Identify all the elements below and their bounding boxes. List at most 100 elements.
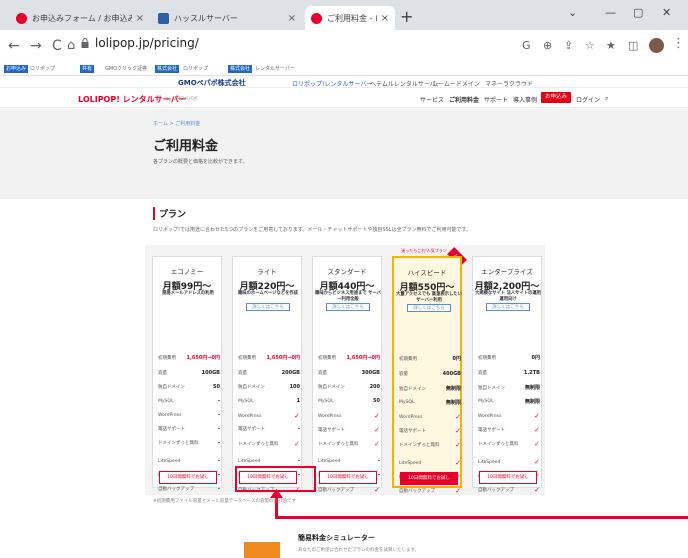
details-button[interactable]: 詳しくはこちら — [246, 303, 290, 311]
row-label: WordPress — [399, 414, 423, 420]
free-trial-button[interactable]: 10日間無料でお試し — [400, 472, 458, 485]
free-trial-button[interactable]: 10日間無料でお試し — [159, 471, 217, 484]
row-label: 初期費用 — [158, 355, 176, 361]
row-value: 400GB — [442, 371, 461, 377]
tab-title: ハッスルサーバー — [174, 13, 238, 23]
row-value: - — [217, 440, 220, 446]
row-label: WordPress — [238, 413, 262, 419]
forward-button[interactable]: → — [30, 38, 42, 54]
google-icon[interactable]: G — [522, 39, 531, 52]
plan-name: スタンダード — [327, 268, 367, 276]
plan-row-domain_free: ドメインずっと無料 ✓ — [399, 441, 461, 449]
row-value: 1,650円→0円 — [186, 355, 220, 361]
check-icon: ✓ — [374, 412, 380, 420]
plan-name: ライト — [257, 268, 277, 276]
tab-search-icon[interactable]: ⌄ — [568, 6, 577, 19]
nav-support[interactable]: サポート — [484, 95, 508, 104]
row-value: - — [217, 458, 220, 464]
tab-order-form[interactable]: お申込みフォーム / お申込み - ロリポ × — [10, 6, 150, 30]
close-tab-icon[interactable]: × — [381, 13, 389, 24]
row-value: 200 — [369, 384, 380, 390]
plan-row-phone: 電話サポート ✓ — [399, 427, 461, 435]
bookmark-item[interactable]: 株式会社 — [155, 65, 180, 73]
plan-row-backup: 自動バックアップ ✓ — [399, 487, 461, 495]
nav-pricing[interactable]: ご利用料金 — [449, 95, 479, 104]
free-trial-button[interactable]: 10日間無料でお試し — [479, 471, 537, 484]
free-trial-button[interactable]: 10日間無料でお試し — [319, 471, 377, 484]
tab-pricing[interactable]: ご利用料金 - ロリポップ！レンタルサ × — [305, 6, 395, 30]
plan-name: エンタープライズ — [481, 268, 533, 276]
gmo-link[interactable]: ムームードメイン — [432, 79, 480, 88]
gmo-link[interactable]: ロリポップ!レンタルサーバー — [292, 79, 372, 88]
plan-summary: 大量アクセスでも 高速表示したいサーバー利用 — [396, 292, 462, 303]
row-value: - — [217, 412, 220, 418]
avatar[interactable] — [649, 38, 664, 53]
bookmark-item[interactable]: ロリポップ — [183, 65, 208, 73]
row-label: 容量 — [478, 371, 487, 376]
check-icon: ✓ — [455, 427, 461, 435]
plan-name: ハイスピード — [407, 269, 447, 277]
login-link[interactable]: ログイン — [576, 95, 600, 104]
bookmark-item[interactable]: GMOクリック証券 — [105, 65, 147, 73]
menu-icon[interactable]: ⋮ — [672, 36, 685, 51]
details-button[interactable]: 詳しくはこちら — [486, 303, 530, 311]
bookmark-star-icon[interactable]: ☆ — [585, 39, 595, 52]
signup-button[interactable]: お申込み — [541, 92, 571, 103]
gmo-logo[interactable]: GMOペパボ株式会社 — [178, 78, 246, 88]
breadcrumb[interactable]: ホーム > ご利用料金 — [153, 120, 200, 127]
row-value: - — [217, 486, 220, 492]
minimize-button[interactable]: — — [605, 6, 616, 19]
row-label: LiteSpeed — [478, 459, 501, 465]
reload-button[interactable]: C — [52, 38, 62, 54]
share-icon[interactable]: ⇪ — [564, 39, 573, 52]
bookmark-item[interactable]: レンタルサーバー — [255, 65, 295, 73]
nav-case-studies[interactable]: 導入事例 — [513, 95, 537, 104]
plan-row-litespeed: LiteSpeed ✓ — [478, 458, 540, 466]
gmo-link[interactable]: マネーラクラウド — [485, 79, 533, 88]
section-title: プラン — [153, 207, 186, 220]
row-label: 自動バックアップ — [318, 488, 354, 493]
plan-row-mysql: MySQL 1 — [238, 398, 300, 404]
popular-badge: 迷ったらこれ!人気プラン — [401, 248, 447, 253]
zoom-icon[interactable]: ⊕ — [543, 39, 552, 52]
extensions-icon[interactable]: ★ — [606, 39, 616, 52]
close-tab-icon[interactable]: × — [136, 13, 144, 24]
bookmark-item[interactable]: 共有 — [80, 65, 95, 73]
plan-row-domains: 独自ドメイン 100 — [238, 384, 300, 390]
tab-hustle-server[interactable]: ハッスルサーバー × — [152, 6, 302, 30]
row-label: MySQL — [238, 398, 254, 404]
row-label: 独自ドメイン — [318, 385, 345, 390]
back-button[interactable]: ← — [8, 38, 20, 54]
search-icon[interactable]: ⌕ — [605, 95, 608, 103]
details-button[interactable]: 詳しくはこちら — [326, 303, 370, 311]
new-tab-button[interactable]: + — [400, 7, 413, 26]
row-label: WordPress — [318, 413, 342, 419]
row-label: 容量 — [238, 371, 247, 376]
row-label: 電話サポート — [238, 427, 265, 432]
close-tab-icon[interactable]: × — [288, 13, 296, 24]
tab-title: ご利用料金 - ロリポップ！レンタルサ — [327, 13, 377, 23]
gmo-link[interactable]: ヘテムルレンタルサーバー — [370, 79, 442, 88]
address-bar[interactable]: lolipop.jp/pricing/ — [95, 36, 199, 50]
bookmark-item[interactable]: 株式会社 — [228, 65, 253, 73]
row-value: 1,650円→0円 — [266, 355, 300, 361]
check-icon: ✓ — [455, 413, 461, 421]
row-label: 自動バックアップ — [399, 489, 435, 494]
row-label: 容量 — [399, 372, 408, 377]
plan-row-wp: WordPress - — [158, 412, 220, 418]
simulator-icon — [244, 542, 280, 558]
close-window-button[interactable]: ✕ — [662, 6, 671, 19]
nav-service[interactable]: サービス — [420, 95, 444, 104]
plan-summary: 簡易メールアドレスの利用 — [162, 291, 214, 296]
home-button[interactable]: ⌂ — [67, 38, 75, 53]
row-value: 0円 — [452, 356, 461, 362]
bookmark-item[interactable]: ロリポップ — [30, 65, 55, 73]
lock-icon — [81, 38, 89, 48]
plan-row-disk: 容量 300GB — [318, 370, 380, 376]
maximize-button[interactable]: ▢ — [633, 6, 643, 19]
bookmark-item[interactable]: お申込み — [4, 65, 29, 73]
row-label: LiteSpeed — [238, 458, 261, 464]
details-button[interactable]: 詳しくはこちら — [407, 304, 451, 312]
sidepanel-icon[interactable]: ◫ — [628, 39, 638, 52]
plan-row-backup: 自動バックアップ ✓ — [478, 486, 540, 494]
